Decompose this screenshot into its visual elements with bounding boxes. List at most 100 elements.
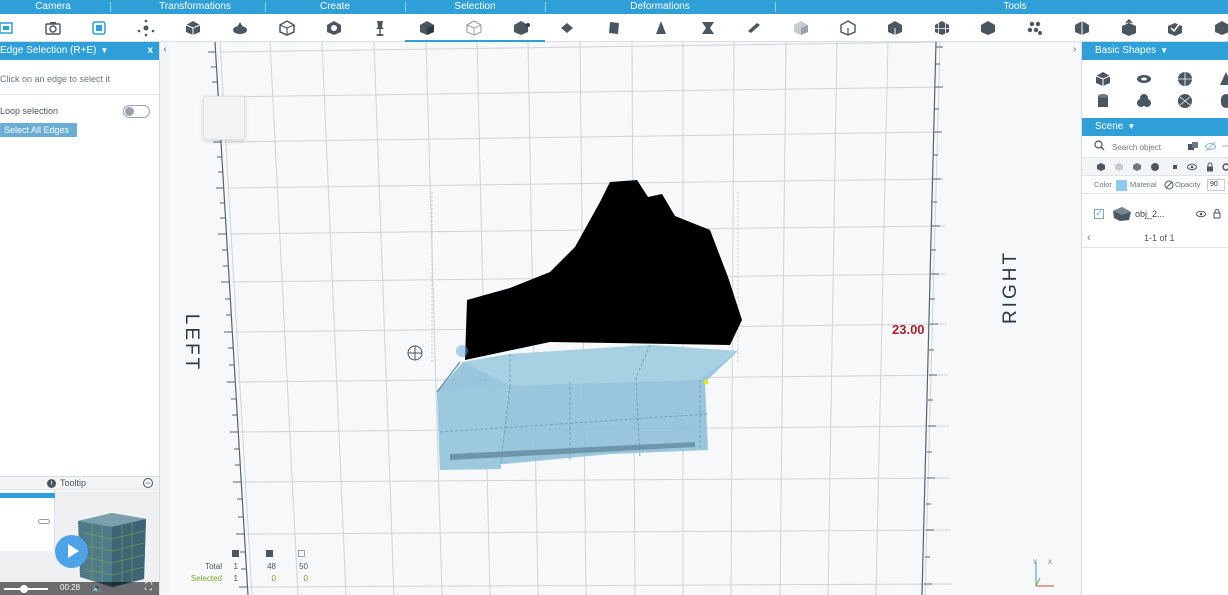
toolbar-icons bbox=[0, 14, 1228, 42]
category-deformations[interactable]: Deformations bbox=[610, 1, 710, 13]
create-pin-icon[interactable] bbox=[368, 16, 392, 40]
camera-frame-icon[interactable] bbox=[0, 16, 18, 40]
hide-all-icon[interactable] bbox=[1205, 141, 1216, 152]
cube-shape-icon[interactable] bbox=[1094, 70, 1112, 88]
selected-objects: 1 bbox=[233, 574, 238, 583]
move-icon[interactable] bbox=[134, 16, 158, 40]
view-cube[interactable] bbox=[203, 96, 245, 140]
search-object-input[interactable] bbox=[1112, 140, 1180, 154]
video-progress-knob[interactable] bbox=[20, 585, 28, 593]
close-icon[interactable]: x bbox=[147, 42, 153, 60]
blob-shape-icon[interactable] bbox=[1135, 92, 1153, 110]
axes-gizmo: Y X bbox=[1033, 560, 1054, 587]
deform-twist-icon[interactable] bbox=[602, 16, 626, 40]
xray-view-icon[interactable] bbox=[1150, 162, 1160, 172]
collapse-right-icon[interactable]: › bbox=[1073, 44, 1081, 56]
panel-header[interactable]: Edge Selection (R+E) ▼ x bbox=[0, 42, 159, 60]
select-all-edges-button[interactable]: Select All Edges bbox=[0, 123, 78, 137]
tool-solid-box-icon[interactable] bbox=[976, 16, 1000, 40]
toolbar-categories: Camera Transformations Create Selection … bbox=[0, 0, 1228, 14]
tool-export-icon[interactable] bbox=[1117, 16, 1141, 40]
solid-view-icon[interactable] bbox=[1096, 162, 1106, 172]
eye-icon[interactable] bbox=[1187, 162, 1197, 172]
object-lock-icon[interactable] bbox=[1212, 208, 1222, 219]
rotate-box-icon[interactable] bbox=[181, 16, 205, 40]
cone-shape-icon[interactable] bbox=[1217, 70, 1228, 88]
category-tools[interactable]: Tools bbox=[980, 1, 1050, 13]
tool-intersect-icon[interactable] bbox=[883, 16, 907, 40]
lock-icon[interactable] bbox=[1205, 162, 1215, 172]
tool-import-icon[interactable] bbox=[1163, 16, 1187, 40]
torus-shape-icon[interactable] bbox=[1135, 70, 1153, 88]
scale-icon[interactable] bbox=[228, 16, 252, 40]
volume-icon[interactable]: 🔈 bbox=[92, 583, 103, 594]
material-label[interactable]: Material bbox=[1130, 176, 1157, 194]
scene-header[interactable]: Scene ▼ bbox=[1082, 118, 1228, 136]
deform-smooth-icon[interactable] bbox=[555, 16, 579, 40]
scene-pager: ‹ 1-1 of 1 bbox=[1082, 228, 1228, 248]
toggle-all-icon[interactable] bbox=[1188, 141, 1199, 152]
color-swatch[interactable] bbox=[1116, 180, 1127, 191]
category-selection[interactable]: Selection bbox=[440, 1, 510, 13]
fullscreen-icon[interactable]: ⛶ bbox=[145, 582, 152, 593]
caret-down-icon[interactable]: ▼ bbox=[1160, 46, 1168, 55]
mesh-object[interactable] bbox=[170, 42, 1080, 595]
category-create[interactable]: Create bbox=[300, 1, 370, 13]
object-eye-icon[interactable] bbox=[1196, 209, 1206, 219]
deform-inflate-icon[interactable] bbox=[742, 16, 766, 40]
tool-particles-icon[interactable] bbox=[1023, 16, 1047, 40]
geosphere-shape-icon[interactable] bbox=[1176, 92, 1194, 110]
scene-object-row[interactable]: ✓ obj_2... bbox=[1082, 200, 1228, 228]
3d-viewport[interactable]: LEFT RIGHT 23.00 Total 1 48 50 Selected … bbox=[170, 42, 1080, 595]
tool-more-icon[interactable] bbox=[1210, 16, 1228, 40]
create-sphere-icon[interactable] bbox=[322, 16, 346, 40]
tool-union-icon[interactable] bbox=[789, 16, 813, 40]
prev-page-icon[interactable]: ‹ bbox=[1087, 228, 1091, 248]
edge-selection-panel: Edge Selection (R+E) ▼ x Click on an edge… bbox=[0, 42, 160, 476]
tool-mirror-icon[interactable] bbox=[1070, 16, 1094, 40]
deform-bend-icon[interactable] bbox=[696, 16, 720, 40]
opacity-icon bbox=[1164, 180, 1174, 190]
create-box-icon[interactable] bbox=[275, 16, 299, 40]
pager-text: 1-1 of 1 bbox=[1144, 233, 1175, 243]
tool-subtract-icon[interactable] bbox=[836, 16, 860, 40]
opacity-label: Opacity bbox=[1175, 180, 1201, 189]
camera-reset-icon[interactable] bbox=[41, 16, 65, 40]
loop-selection-toggle[interactable] bbox=[123, 105, 150, 118]
capsule-shape-icon[interactable] bbox=[1217, 92, 1228, 110]
video-panel-preview bbox=[0, 491, 55, 551]
points-view-icon[interactable] bbox=[1170, 162, 1180, 172]
color-label: Color bbox=[1094, 180, 1112, 189]
category-divider bbox=[265, 2, 266, 12]
basic-shapes-header[interactable]: Basic Shapes ▼ bbox=[1082, 42, 1228, 60]
scene-search-row bbox=[1082, 136, 1228, 158]
minimize-icon[interactable]: − bbox=[143, 478, 153, 488]
object-name[interactable]: obj_2... bbox=[1135, 200, 1165, 228]
settings-icon[interactable] bbox=[1221, 162, 1228, 172]
sphere-shape-icon[interactable] bbox=[1176, 70, 1194, 88]
cylinder-shape-icon[interactable] bbox=[1094, 92, 1112, 110]
selected-label: Selected bbox=[190, 574, 222, 583]
camera-focus-icon[interactable] bbox=[87, 16, 111, 40]
play-button[interactable] bbox=[55, 535, 88, 568]
category-transformations[interactable]: Transformations bbox=[140, 1, 250, 13]
caret-down-icon[interactable]: ▼ bbox=[1127, 122, 1135, 131]
lock-all-icon[interactable] bbox=[1220, 141, 1228, 152]
select-face-icon[interactable] bbox=[415, 16, 439, 40]
deform-taper-icon[interactable] bbox=[649, 16, 673, 40]
wire-view-icon[interactable] bbox=[1114, 162, 1124, 172]
caret-down-icon[interactable]: ▼ bbox=[100, 46, 108, 55]
object-visibility-checkbox[interactable]: ✓ bbox=[1094, 209, 1104, 219]
category-camera[interactable]: Camera bbox=[18, 1, 88, 13]
preview-header-bar bbox=[0, 493, 55, 498]
tool-grid-box-icon[interactable] bbox=[930, 16, 954, 40]
select-edge-icon[interactable] bbox=[462, 16, 486, 40]
collapse-left-icon[interactable]: ‹ bbox=[160, 44, 170, 56]
object-count-icon bbox=[232, 550, 239, 557]
tutorial-video[interactable]: 00:28 🔈 ⛶ bbox=[0, 491, 159, 595]
select-vertex-icon[interactable] bbox=[509, 16, 533, 40]
dimension-value[interactable]: 23.00 bbox=[892, 322, 925, 337]
opacity-input[interactable]: 90 bbox=[1207, 179, 1225, 191]
shaded-view-icon[interactable] bbox=[1132, 162, 1142, 172]
total-objects: 1 bbox=[233, 562, 238, 571]
